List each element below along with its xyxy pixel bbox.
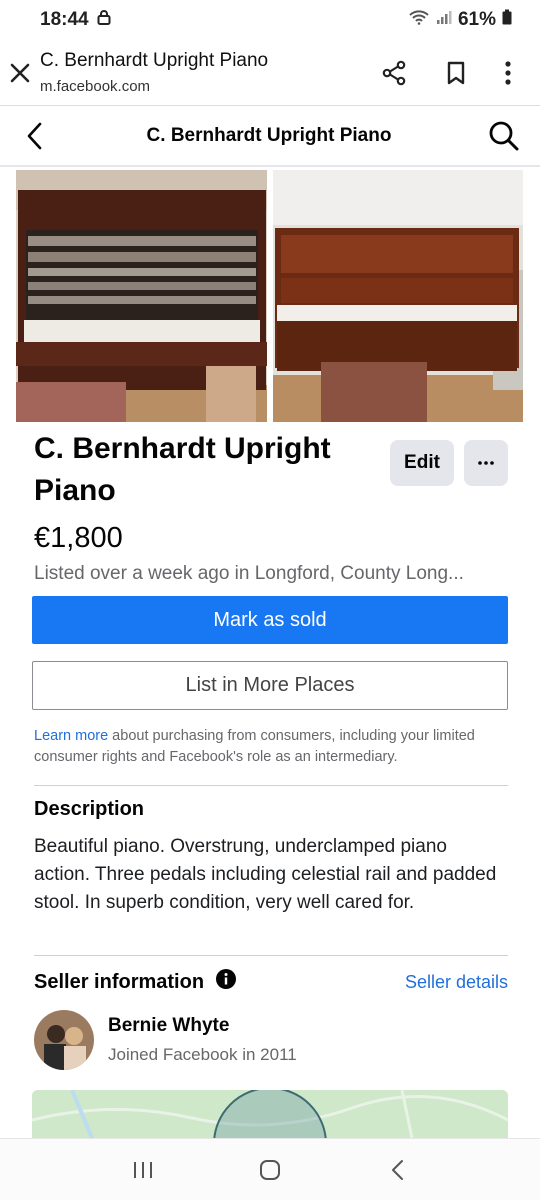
bookmark-button[interactable]: [436, 53, 476, 93]
recent-apps-icon: [134, 1161, 153, 1178]
system-back-button[interactable]: [377, 1150, 417, 1190]
seller-information-row: Seller information Seller details: [34, 966, 508, 998]
listing-summary: C. Bernhardt Upright Piano Edit €1,800 L…: [34, 428, 508, 585]
close-button[interactable]: [0, 53, 40, 93]
back-button[interactable]: [14, 116, 54, 156]
avatar[interactable]: [34, 1010, 94, 1070]
divider: [34, 785, 508, 786]
seller-profile[interactable]: Bernie Whyte Joined Facebook in 2011: [34, 1010, 297, 1070]
search-button[interactable]: [484, 116, 524, 156]
home-button[interactable]: [250, 1150, 290, 1190]
share-icon: [382, 60, 406, 85]
consumer-disclaimer: Learn more about purchasing from consume…: [34, 726, 508, 768]
page-header: C. Bernhardt Upright Piano: [0, 107, 540, 167]
wifi-icon: [408, 9, 430, 31]
search-icon: [489, 121, 519, 151]
lock-icon: [97, 9, 111, 31]
share-button[interactable]: [374, 53, 414, 93]
list-in-more-places-button[interactable]: List in More Places: [32, 661, 508, 710]
page-title: C. Bernhardt Upright Piano: [146, 125, 392, 146]
back-icon: [391, 1159, 403, 1180]
overflow-menu-button[interactable]: [498, 53, 518, 93]
status-time: 18:44: [40, 9, 89, 30]
learn-more-link[interactable]: Learn more: [34, 728, 108, 744]
close-icon: [10, 63, 30, 82]
system-navigation-bar: [0, 1138, 540, 1200]
seller-information-heading: Seller information: [34, 970, 205, 993]
listing-price: €1,800: [34, 522, 123, 554]
description-text: Beautiful piano. Overstrung, underclampe…: [34, 836, 497, 913]
battery-icon: [502, 9, 512, 31]
description-heading: Description: [34, 798, 145, 820]
home-icon: [259, 1159, 280, 1180]
listing-photo-open-piano[interactable]: [16, 170, 267, 422]
more-vertical-icon: [505, 60, 511, 85]
more-options-button[interactable]: [464, 440, 508, 486]
seller-joined-date: Joined Facebook in 2011: [108, 1045, 297, 1064]
location-map[interactable]: [32, 1090, 508, 1138]
edit-button[interactable]: Edit: [390, 440, 454, 486]
recent-apps-button[interactable]: [123, 1150, 163, 1190]
browser-page-title: C. Bernhardt Upright Piano: [40, 50, 269, 71]
browser-toolbar: C. Bernhardt Upright Piano m.facebook.co…: [0, 40, 540, 106]
bookmark-icon: [447, 61, 465, 84]
mark-as-sold-button[interactable]: Mark as sold: [32, 596, 508, 644]
battery-level: 61%: [457, 9, 496, 30]
listing-photo-closed-piano[interactable]: [273, 170, 524, 422]
browser-url[interactable]: m.facebook.com: [40, 78, 374, 95]
status-bar: 18:44 61%: [0, 0, 540, 40]
listing-photos: [16, 170, 524, 422]
listing-location: Listed over a week ago in Longford, Coun…: [34, 563, 464, 584]
seller-details-link[interactable]: Seller details: [405, 972, 508, 993]
browser-title-block: C. Bernhardt Upright Piano m.facebook.co…: [40, 50, 374, 95]
more-horizontal-icon: [478, 461, 494, 465]
info-icon[interactable]: [216, 969, 237, 995]
chevron-left-icon: [27, 122, 42, 150]
signal-icon: [436, 9, 452, 31]
divider: [34, 955, 508, 956]
seller-name[interactable]: Bernie Whyte: [108, 1015, 297, 1037]
listing-title: C. Bernhardt Upright Piano: [34, 432, 331, 507]
